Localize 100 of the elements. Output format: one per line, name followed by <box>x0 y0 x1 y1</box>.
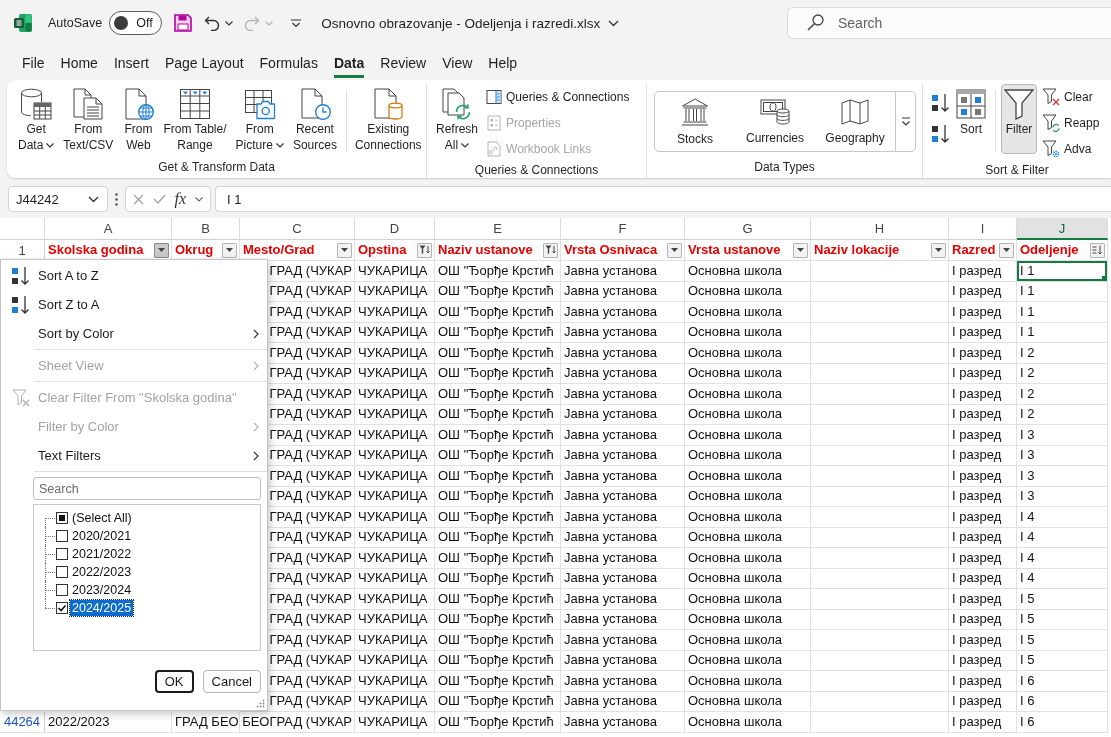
filter-button[interactable] <box>543 242 558 258</box>
caret-down-icon[interactable] <box>46 142 55 148</box>
ribbon-button[interactable]: Recent Sources <box>289 84 340 154</box>
chevron-down-icon[interactable] <box>88 195 99 203</box>
sort-descending-icon[interactable] <box>931 123 951 144</box>
column-header[interactable]: I <box>949 218 1017 240</box>
ribbon-tab[interactable]: File <box>22 48 45 78</box>
value-label[interactable]: 2022/2023 <box>70 564 134 580</box>
ribbon-small-button[interactable]: Adva <box>1040 136 1102 162</box>
menu-item[interactable]: Sort A to Z <box>1 261 267 290</box>
value-label[interactable]: 2021/2022 <box>70 546 134 562</box>
column-header[interactable]: J <box>1017 218 1108 240</box>
column-header[interactable]: C <box>240 218 355 240</box>
ribbon-tab[interactable]: Home <box>60 48 98 78</box>
checkbox[interactable] <box>56 566 68 578</box>
caret-down-icon[interactable] <box>225 20 234 26</box>
properties-icon <box>486 115 503 131</box>
autosave-label: AutoSave <box>48 16 103 30</box>
filter-toggle-button[interactable]: Filter <box>1001 84 1037 154</box>
cancel-icon[interactable] <box>133 193 145 205</box>
value-label[interactable]: 2024/2025 <box>70 600 134 616</box>
funnel-refresh-icon[interactable] <box>1042 114 1060 132</box>
ribbon-tab[interactable]: Help <box>488 48 518 78</box>
data-type-button[interactable]: Currencies <box>735 92 815 151</box>
resize-grip-icon[interactable] <box>256 699 265 708</box>
sort-arrow-icon <box>1092 245 1103 255</box>
undo-icon[interactable] <box>204 15 221 31</box>
selected-cell[interactable]: I 1 <box>1017 261 1108 282</box>
chevron-down-icon[interactable] <box>608 19 620 27</box>
ribbon-tab[interactable]: Review <box>380 48 427 78</box>
column-header[interactable]: E <box>435 218 561 240</box>
fill-handle-icon[interactable] <box>1102 275 1107 281</box>
checkbox[interactable] <box>56 512 68 524</box>
funnel-clear-icon[interactable] <box>1042 88 1060 106</box>
ribbon-button[interactable]: From Picture <box>232 84 287 154</box>
ribbon-button[interactable]: Existing Connections <box>351 84 425 154</box>
customize-toolbar-icon[interactable] <box>291 18 302 28</box>
filter-button[interactable] <box>417 242 432 258</box>
insert-function-button[interactable]: fx <box>174 190 187 208</box>
column-header[interactable]: A <box>45 218 172 240</box>
checkbox[interactable] <box>56 548 68 560</box>
ribbon-tab[interactable]: Data <box>333 48 365 78</box>
checkbox[interactable] <box>56 602 68 614</box>
dialog-button[interactable]: Cancel <box>202 670 261 693</box>
ribbon-button[interactable]: From Text/CSV <box>60 84 117 154</box>
ribbon-tab[interactable]: Page Layout <box>164 48 244 78</box>
table-cell: ОШ "Ђорђе Крстић <box>438 488 554 505</box>
ribbon-small-button[interactable]: Reapp <box>1040 110 1102 136</box>
spreadsheet-logo-icon[interactable] <box>14 14 32 32</box>
search-field[interactable]: Search <box>787 7 1111 39</box>
more-vertical-icon[interactable] <box>115 192 118 206</box>
ribbon-button[interactable]: From Web <box>119 84 158 154</box>
column-header[interactable]: G <box>685 218 811 240</box>
filter-button[interactable] <box>793 242 808 258</box>
filter-button[interactable] <box>999 242 1014 258</box>
save-icon[interactable] <box>174 14 193 32</box>
dialog-button[interactable]: OK <box>154 670 194 693</box>
column-header[interactable]: F <box>561 218 685 240</box>
search-field[interactable]: Search <box>33 477 261 500</box>
table-cell: ЧУКАРИЦА <box>358 426 428 443</box>
column-header[interactable]: D <box>355 218 435 240</box>
filter-button[interactable] <box>222 242 237 258</box>
data-type-button[interactable]: Stocks <box>655 92 735 151</box>
funnel-gear-icon[interactable] <box>1042 140 1060 158</box>
data-type-button[interactable]: Geography <box>815 92 895 151</box>
autosave-toggle[interactable]: Off <box>109 11 163 35</box>
ribbon-small-button[interactable]: Clear <box>1040 84 1102 110</box>
checkbox[interactable] <box>56 530 68 542</box>
column-header[interactable]: H <box>811 218 949 240</box>
chevron-down-icon[interactable] <box>194 196 203 202</box>
filter-button[interactable] <box>337 242 352 258</box>
sort-ascending-icon[interactable] <box>931 92 951 113</box>
ribbon-tab[interactable]: View <box>442 48 473 78</box>
menu-item[interactable]: Text Filters <box>1 441 267 470</box>
ribbon-button[interactable]: Sort <box>953 84 989 138</box>
ribbon-button[interactable]: Get Data <box>15 84 58 154</box>
table-cell: ЧУКАРИЦА <box>358 447 428 464</box>
table-cell: Основна школа <box>688 426 782 443</box>
checkbox[interactable] <box>56 584 68 596</box>
filter-button[interactable] <box>667 242 682 258</box>
caret-down-icon[interactable] <box>275 142 284 148</box>
column-header[interactable]: B <box>172 218 240 240</box>
ribbon-button[interactable]: From Table/ Range <box>160 84 230 154</box>
value-label[interactable]: (Select All) <box>70 510 134 526</box>
formula-input[interactable]: I 1 <box>215 186 1111 212</box>
ribbon-small-button[interactable]: Queries & Connections <box>484 84 632 110</box>
ribbon-tab[interactable]: Insert <box>113 48 149 78</box>
menu-item[interactable]: Sort Z to A <box>1 290 267 319</box>
caret-down-icon[interactable] <box>461 142 470 148</box>
filter-button[interactable] <box>931 242 946 258</box>
row-number[interactable]: 44264 <box>0 712 45 733</box>
filter-button[interactable] <box>154 242 169 258</box>
value-label[interactable]: 2023/2024 <box>70 582 134 598</box>
ribbon-tab[interactable]: Formulas <box>259 48 318 78</box>
value-label[interactable]: 2020/2021 <box>70 528 134 544</box>
check-icon[interactable] <box>152 194 166 204</box>
name-box[interactable]: J44242 <box>8 186 108 212</box>
menu-item[interactable]: Sort by Color <box>1 319 267 348</box>
ribbon-button[interactable]: Refresh All <box>433 84 482 154</box>
search-icon <box>807 14 824 31</box>
